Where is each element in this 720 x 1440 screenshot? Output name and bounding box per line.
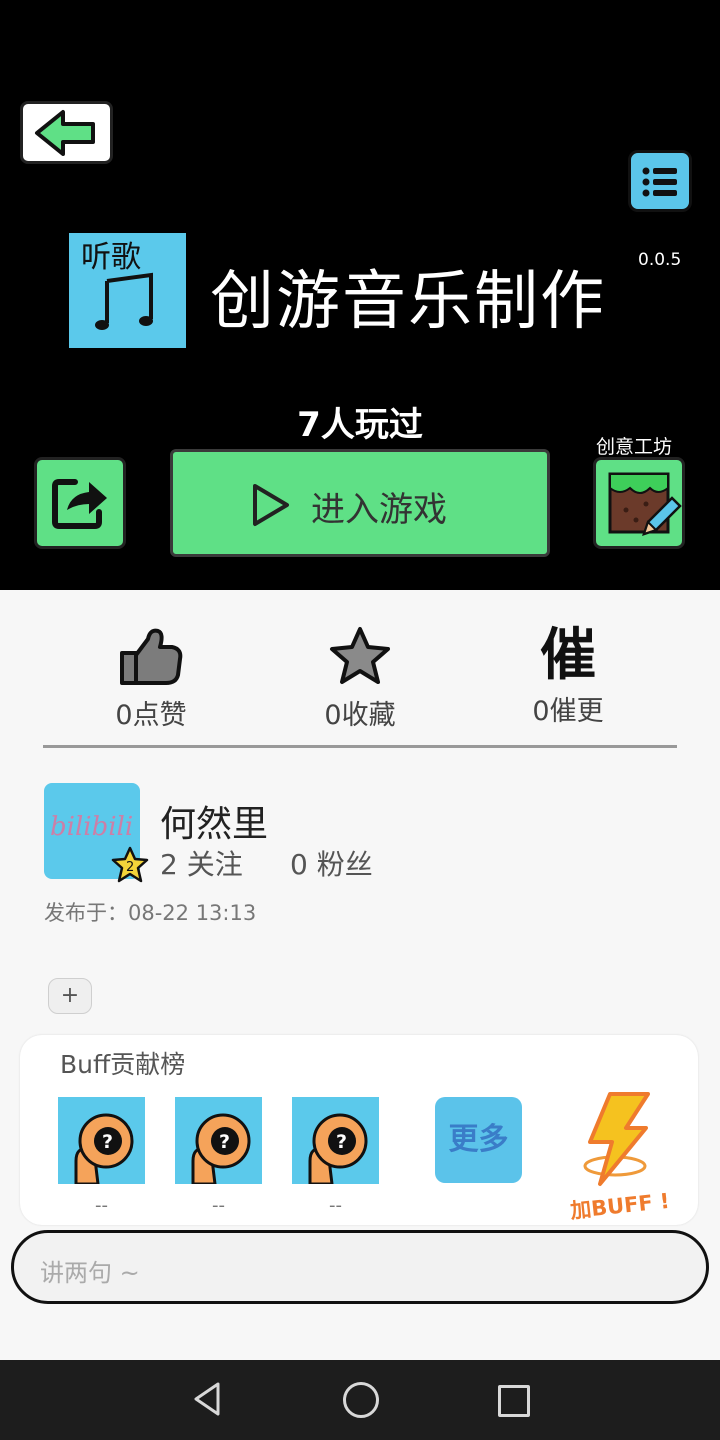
back-arrow-icon: [35, 110, 95, 156]
level-number: 2: [126, 860, 134, 875]
comment-input[interactable]: 讲两句 ~: [11, 1230, 709, 1304]
buff-contributor-name: --: [212, 1195, 225, 1216]
svg-text:?: ?: [336, 1131, 347, 1153]
music-note-icon: [95, 272, 153, 330]
following-count[interactable]: 2 关注: [160, 843, 243, 883]
nav-home-icon[interactable]: [343, 1382, 379, 1418]
play-icon: [253, 484, 289, 526]
star-icon: [330, 627, 390, 684]
enter-game-button[interactable]: 进入游戏: [170, 449, 550, 557]
lightning-icon: [583, 1092, 650, 1186]
level-badge: 2: [111, 846, 149, 883]
enter-game-label: 进入游戏: [311, 490, 447, 530]
workshop-button[interactable]: [593, 457, 685, 549]
comment-placeholder: 讲两句 ~: [40, 1259, 140, 1287]
nav-recent-icon[interactable]: [498, 1385, 530, 1417]
list-menu-icon: [642, 167, 677, 197]
buff-contributor-avatar[interactable]: ?: [175, 1097, 262, 1184]
fans-count[interactable]: 0 粉丝: [290, 843, 373, 883]
buff-contributor-avatar[interactable]: ?: [58, 1097, 145, 1184]
menu-button[interactable]: [628, 150, 692, 212]
like-stat[interactable]: 0点赞: [81, 625, 221, 732]
buff-title: Buff贡献榜: [60, 1050, 186, 1079]
divider: [43, 745, 677, 748]
unknown-user-icon: ?: [191, 1113, 251, 1184]
thumbs-up-icon: [120, 628, 183, 685]
urge-icon: 催: [540, 623, 596, 688]
favorite-count: 0收藏: [324, 700, 396, 731]
publish-date: 发布于：08-22 13:13: [44, 901, 257, 925]
svg-text:?: ?: [219, 1131, 230, 1153]
author-name[interactable]: 何然里: [160, 795, 268, 847]
app-title: 创游音乐制作: [210, 265, 606, 339]
nav-back-icon[interactable]: [190, 1380, 224, 1418]
buff-contributor-name: --: [95, 1195, 108, 1216]
more-button[interactable]: 更多: [435, 1097, 522, 1183]
buff-contributor-avatar[interactable]: ?: [292, 1097, 379, 1184]
like-count: 0点赞: [115, 700, 187, 731]
share-button[interactable]: [34, 457, 126, 549]
share-icon: [52, 479, 107, 529]
urge-stat[interactable]: 催 0催更: [498, 625, 638, 728]
workshop-label: 创意工坊: [596, 436, 673, 458]
app-icon-text: 听歌: [81, 240, 141, 275]
avatar-text: bilibili 何: [50, 812, 140, 842]
svg-text:?: ?: [102, 1131, 113, 1153]
unknown-user-icon: ?: [74, 1113, 134, 1184]
add-buff-label: 加BUFF !: [569, 1188, 671, 1224]
back-button[interactable]: [20, 101, 113, 164]
buff-card: Buff贡献榜 ? -- ? -- ? -- 更多 加BUFF !: [20, 1035, 698, 1225]
favorite-stat[interactable]: 0收藏: [290, 625, 430, 732]
version-label: 0.0.5: [638, 250, 682, 270]
add-buff-button[interactable]: 加BUFF !: [560, 1090, 680, 1223]
urge-count: 0催更: [532, 696, 604, 727]
app-icon: 听歌: [69, 233, 186, 348]
workshop-pencil-icon: [608, 472, 682, 536]
unknown-user-icon: ?: [308, 1113, 368, 1184]
add-button[interactable]: +: [48, 978, 92, 1014]
buff-contributor-name: --: [329, 1195, 342, 1216]
